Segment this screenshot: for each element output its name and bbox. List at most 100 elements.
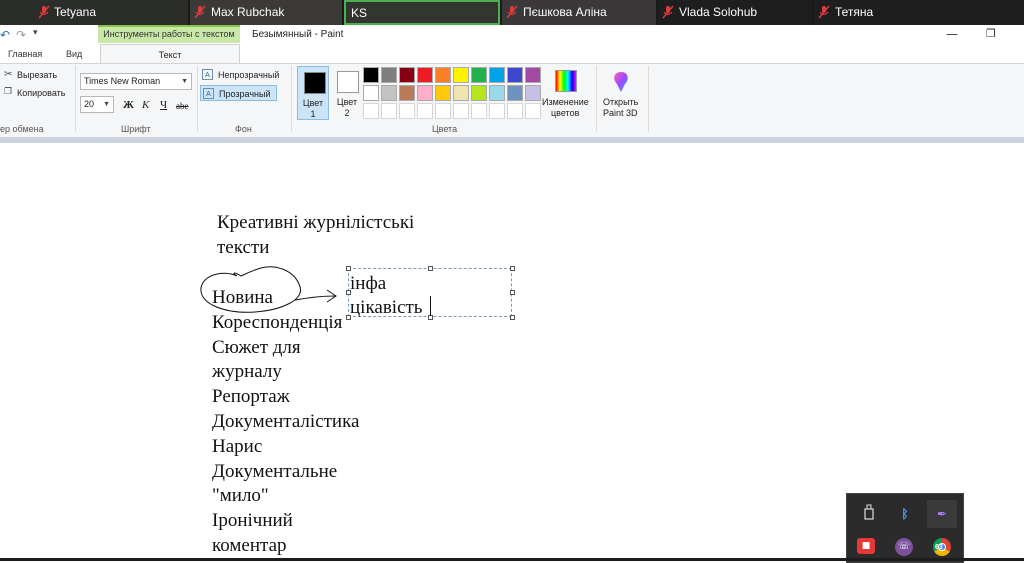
- resize-handle[interactable]: [510, 290, 515, 295]
- edit-colors-icon: [555, 70, 577, 92]
- textbox-line-1[interactable]: інфа: [350, 271, 386, 296]
- palette-color-swatch[interactable]: [435, 67, 451, 83]
- participants-strip: Tetyana Max Rubchak KS Пєшкова Аліна Vla…: [0, 0, 1024, 25]
- palette-color-swatch[interactable]: [525, 67, 541, 83]
- usb-icon[interactable]: [859, 504, 879, 524]
- feather-icon[interactable]: ✒: [927, 500, 957, 528]
- palette-color-swatch[interactable]: [381, 85, 397, 101]
- font-size-select[interactable]: 20 ▼: [80, 96, 114, 113]
- genre-list-item: Документалістика: [212, 411, 360, 432]
- cut-button[interactable]: Вырезать: [17, 70, 57, 80]
- genre-list-item: Іронічний: [212, 510, 293, 532]
- opaque-option[interactable]: A Непрозрачный: [200, 67, 288, 83]
- muted-mic-icon: [506, 5, 518, 19]
- resize-handle[interactable]: [428, 266, 433, 271]
- palette-color-swatch[interactable]: [417, 67, 433, 83]
- group-divider: [291, 66, 292, 132]
- participant-tile[interactable]: Tetyana: [0, 0, 188, 25]
- undo-icon[interactable]: ↶: [0, 28, 10, 42]
- palette-color-swatch[interactable]: [399, 85, 415, 101]
- chrome-icon[interactable]: 63: [933, 538, 951, 556]
- bluetooth-icon[interactable]: ᛒ: [895, 504, 915, 524]
- palette-color-swatch[interactable]: [363, 67, 379, 83]
- restore-icon[interactable]: ❐: [986, 27, 996, 40]
- participant-tile[interactable]: Vlada Solohub: [658, 0, 812, 25]
- color2-button[interactable]: Цвет 2: [331, 66, 363, 120]
- clipboard-group-label: ер обмена: [0, 124, 44, 134]
- palette-color-swatch[interactable]: [489, 85, 505, 101]
- group-divider: [648, 66, 649, 132]
- bold-button[interactable]: Ж: [123, 99, 134, 111]
- participant-tile[interactable]: Тетяна: [814, 0, 1024, 25]
- genre-list-item: Нарис: [212, 435, 263, 457]
- palette-color-swatch[interactable]: [507, 103, 523, 119]
- underline-button[interactable]: Ч: [160, 99, 167, 111]
- resize-handle[interactable]: [510, 315, 515, 320]
- participant-tile-active[interactable]: KS: [344, 0, 500, 25]
- palette-color-swatch[interactable]: [525, 103, 541, 119]
- palette-color-swatch[interactable]: [417, 85, 433, 101]
- heading-line-2: тексти: [217, 237, 270, 258]
- textbox-line-2[interactable]: цікавість: [350, 295, 422, 320]
- transparent-icon: A: [203, 88, 214, 99]
- paint3d-icon: [614, 72, 628, 92]
- palette-color-swatch[interactable]: [453, 67, 469, 83]
- quick-access-dropdown-icon[interactable]: ▾: [33, 28, 38, 38]
- palette-color-swatch[interactable]: [435, 103, 451, 119]
- palette-color-swatch[interactable]: [507, 85, 523, 101]
- participant-tile[interactable]: Max Rubchak: [190, 0, 342, 25]
- palette-color-swatch[interactable]: [435, 85, 451, 101]
- palette-color-swatch[interactable]: [471, 67, 487, 83]
- palette-color-swatch[interactable]: [489, 67, 505, 83]
- transparent-option[interactable]: A Прозрачный: [200, 85, 277, 101]
- palette-color-swatch[interactable]: [399, 103, 415, 119]
- copy-button[interactable]: Копировать: [17, 88, 65, 98]
- color2-number: 2: [344, 108, 350, 118]
- genre-list-item: Репортаж: [212, 386, 290, 408]
- palette-color-swatch[interactable]: [471, 85, 487, 101]
- palette-color-swatch[interactable]: [471, 103, 487, 119]
- group-divider: [197, 66, 198, 132]
- participant-name: KS: [351, 6, 368, 20]
- red-app-icon[interactable]: ■: [857, 538, 875, 554]
- color2-label: Цвет: [336, 97, 358, 107]
- palette-color-swatch[interactable]: [417, 103, 433, 119]
- palette-color-swatch[interactable]: [399, 67, 415, 83]
- palette-color-swatch[interactable]: [525, 85, 541, 101]
- tray-overflow-panel: ᛒ ✒ ■ ☏ 63: [846, 493, 964, 563]
- viber-icon[interactable]: ☏: [895, 538, 913, 556]
- participant-name: Vlada Solohub: [679, 5, 758, 19]
- muted-mic-icon: [662, 5, 674, 19]
- palette-color-swatch[interactable]: [381, 67, 397, 83]
- participant-name: Пєшкова Аліна: [523, 5, 607, 19]
- participant-name: Тетяна: [835, 5, 874, 19]
- resize-handle[interactable]: [510, 266, 515, 271]
- minimize-icon[interactable]: —: [946, 27, 958, 41]
- muted-mic-icon: [194, 5, 206, 19]
- muted-mic-icon: [818, 5, 830, 19]
- palette-color-swatch[interactable]: [453, 103, 469, 119]
- palette-color-swatch[interactable]: [507, 67, 523, 83]
- tab-view[interactable]: Вид: [66, 49, 82, 59]
- palette-color-swatch[interactable]: [381, 103, 397, 119]
- tab-text[interactable]: Текст: [100, 44, 240, 65]
- palette-color-swatch[interactable]: [453, 85, 469, 101]
- edit-colors-button[interactable]: Изменение цветов: [540, 66, 592, 122]
- palette-color-swatch[interactable]: [489, 103, 505, 119]
- participant-tile[interactable]: Пєшкова Аліна: [502, 0, 656, 25]
- italic-button[interactable]: К: [142, 99, 149, 111]
- genre-list-item: Сюжет для: [212, 336, 301, 358]
- text-tools-context-label: Инструменты работы с текстом: [98, 25, 240, 43]
- group-divider: [596, 66, 597, 132]
- edit-colors-label-2: цветов: [551, 108, 580, 118]
- color1-button[interactable]: Цвет 1: [297, 66, 329, 120]
- tab-home[interactable]: Главная: [8, 49, 42, 59]
- font-family-select[interactable]: Times New Roman ▼: [80, 73, 192, 90]
- strikethrough-button[interactable]: abe: [176, 101, 189, 111]
- open-paint3d-button[interactable]: Открыть Paint 3D: [600, 66, 644, 122]
- transparent-label: Прозрачный: [219, 89, 271, 99]
- palette-color-swatch[interactable]: [363, 85, 379, 101]
- color1-number: 1: [310, 109, 316, 119]
- redo-icon[interactable]: ↷: [16, 28, 26, 42]
- palette-color-swatch[interactable]: [363, 103, 379, 119]
